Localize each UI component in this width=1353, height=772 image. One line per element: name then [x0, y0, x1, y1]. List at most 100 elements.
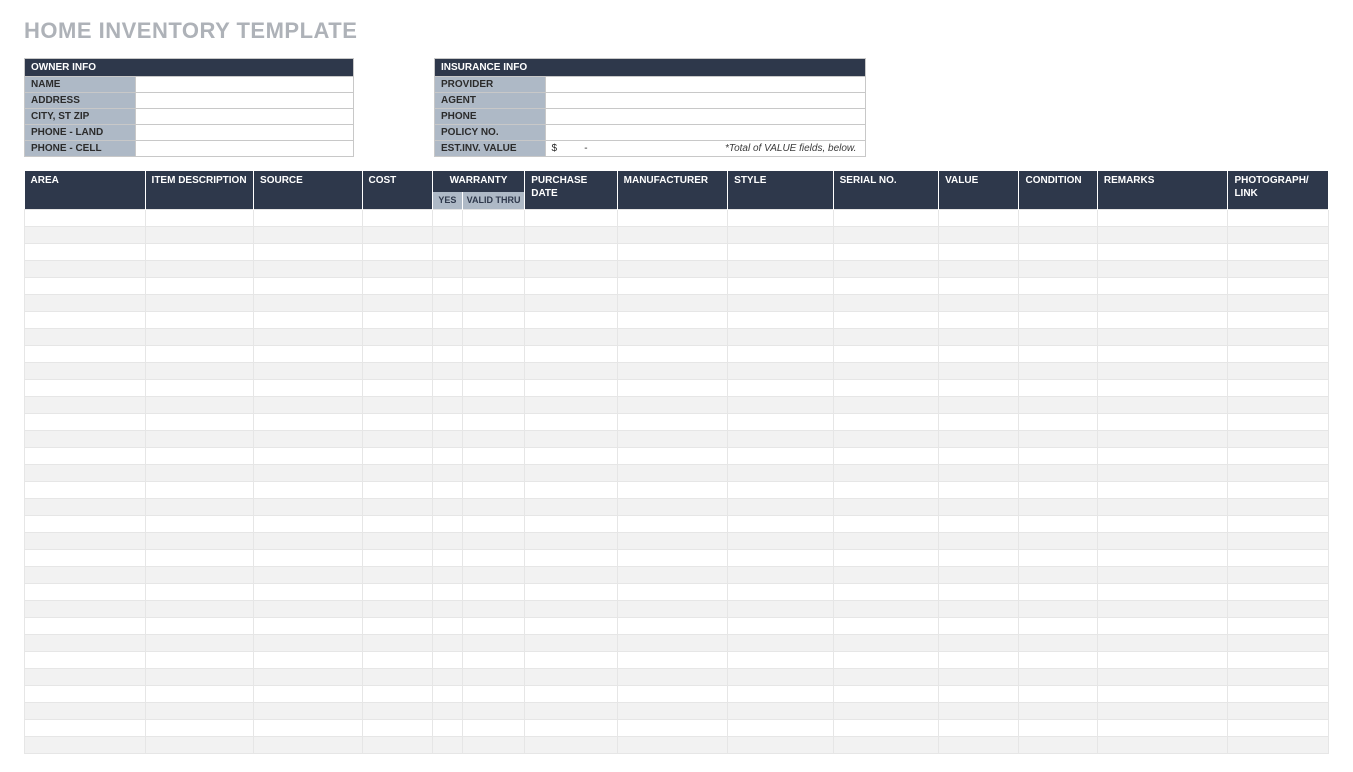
cell[interactable] [432, 736, 462, 753]
cell[interactable] [145, 634, 253, 651]
cell[interactable] [525, 311, 617, 328]
cell[interactable] [1019, 702, 1097, 719]
cell[interactable] [1097, 362, 1228, 379]
cell[interactable] [1228, 532, 1329, 549]
cell[interactable] [617, 651, 728, 668]
cell[interactable] [1228, 481, 1329, 498]
cell[interactable] [1019, 651, 1097, 668]
cell[interactable] [462, 481, 524, 498]
cell[interactable] [833, 702, 938, 719]
cell[interactable] [939, 396, 1019, 413]
cell[interactable] [1228, 277, 1329, 294]
cell[interactable] [145, 600, 253, 617]
cell[interactable] [1097, 566, 1228, 583]
cell[interactable] [362, 464, 432, 481]
cell[interactable] [254, 668, 362, 685]
cell[interactable] [1019, 447, 1097, 464]
cell[interactable] [1019, 379, 1097, 396]
cell[interactable] [833, 566, 938, 583]
cell[interactable] [1228, 260, 1329, 277]
insurance-agent-value[interactable] [545, 93, 865, 109]
cell[interactable] [1019, 532, 1097, 549]
cell[interactable] [833, 498, 938, 515]
cell[interactable] [1097, 379, 1228, 396]
cell[interactable] [939, 464, 1019, 481]
cell[interactable] [728, 736, 833, 753]
cell[interactable] [25, 600, 146, 617]
cell[interactable] [145, 566, 253, 583]
cell[interactable] [617, 209, 728, 226]
cell[interactable] [939, 702, 1019, 719]
cell[interactable] [617, 515, 728, 532]
cell[interactable] [525, 413, 617, 430]
cell[interactable] [432, 464, 462, 481]
cell[interactable] [1097, 430, 1228, 447]
cell[interactable] [145, 226, 253, 243]
cell[interactable] [1097, 447, 1228, 464]
cell[interactable] [145, 617, 253, 634]
cell[interactable] [728, 651, 833, 668]
cell[interactable] [145, 396, 253, 413]
cell[interactable] [1228, 311, 1329, 328]
cell[interactable] [617, 634, 728, 651]
cell[interactable] [145, 430, 253, 447]
cell[interactable] [25, 345, 146, 362]
cell[interactable] [939, 651, 1019, 668]
cell[interactable] [1228, 736, 1329, 753]
cell[interactable] [1019, 583, 1097, 600]
cell[interactable] [525, 243, 617, 260]
cell[interactable] [525, 345, 617, 362]
cell[interactable] [254, 294, 362, 311]
cell[interactable] [362, 532, 432, 549]
cell[interactable] [1097, 243, 1228, 260]
cell[interactable] [254, 345, 362, 362]
cell[interactable] [728, 345, 833, 362]
cell[interactable] [617, 617, 728, 634]
cell[interactable] [1097, 617, 1228, 634]
cell[interactable] [939, 515, 1019, 532]
cell[interactable] [462, 413, 524, 430]
cell[interactable] [254, 685, 362, 702]
cell[interactable] [432, 634, 462, 651]
cell[interactable] [432, 498, 462, 515]
cell[interactable] [432, 617, 462, 634]
cell[interactable] [25, 396, 146, 413]
cell[interactable] [1019, 209, 1097, 226]
cell[interactable] [525, 362, 617, 379]
cell[interactable] [525, 430, 617, 447]
insurance-provider-value[interactable] [545, 77, 865, 93]
cell[interactable] [1097, 294, 1228, 311]
cell[interactable] [939, 617, 1019, 634]
cell[interactable] [254, 464, 362, 481]
cell[interactable] [728, 600, 833, 617]
cell[interactable] [617, 702, 728, 719]
cell[interactable] [254, 447, 362, 464]
cell[interactable] [254, 243, 362, 260]
cell[interactable] [432, 345, 462, 362]
cell[interactable] [833, 209, 938, 226]
cell[interactable] [525, 651, 617, 668]
cell[interactable] [254, 328, 362, 345]
cell[interactable] [1097, 736, 1228, 753]
cell[interactable] [617, 328, 728, 345]
cell[interactable] [432, 328, 462, 345]
cell[interactable] [525, 532, 617, 549]
cell[interactable] [25, 651, 146, 668]
cell[interactable] [1019, 498, 1097, 515]
cell[interactable] [432, 447, 462, 464]
cell[interactable] [617, 685, 728, 702]
cell[interactable] [1019, 634, 1097, 651]
cell[interactable] [1097, 634, 1228, 651]
cell[interactable] [362, 549, 432, 566]
cell[interactable] [25, 430, 146, 447]
cell[interactable] [432, 719, 462, 736]
cell[interactable] [25, 413, 146, 430]
cell[interactable] [617, 498, 728, 515]
cell[interactable] [1097, 685, 1228, 702]
cell[interactable] [728, 617, 833, 634]
cell[interactable] [939, 345, 1019, 362]
cell[interactable] [939, 328, 1019, 345]
cell[interactable] [1228, 634, 1329, 651]
cell[interactable] [1228, 685, 1329, 702]
cell[interactable] [833, 736, 938, 753]
